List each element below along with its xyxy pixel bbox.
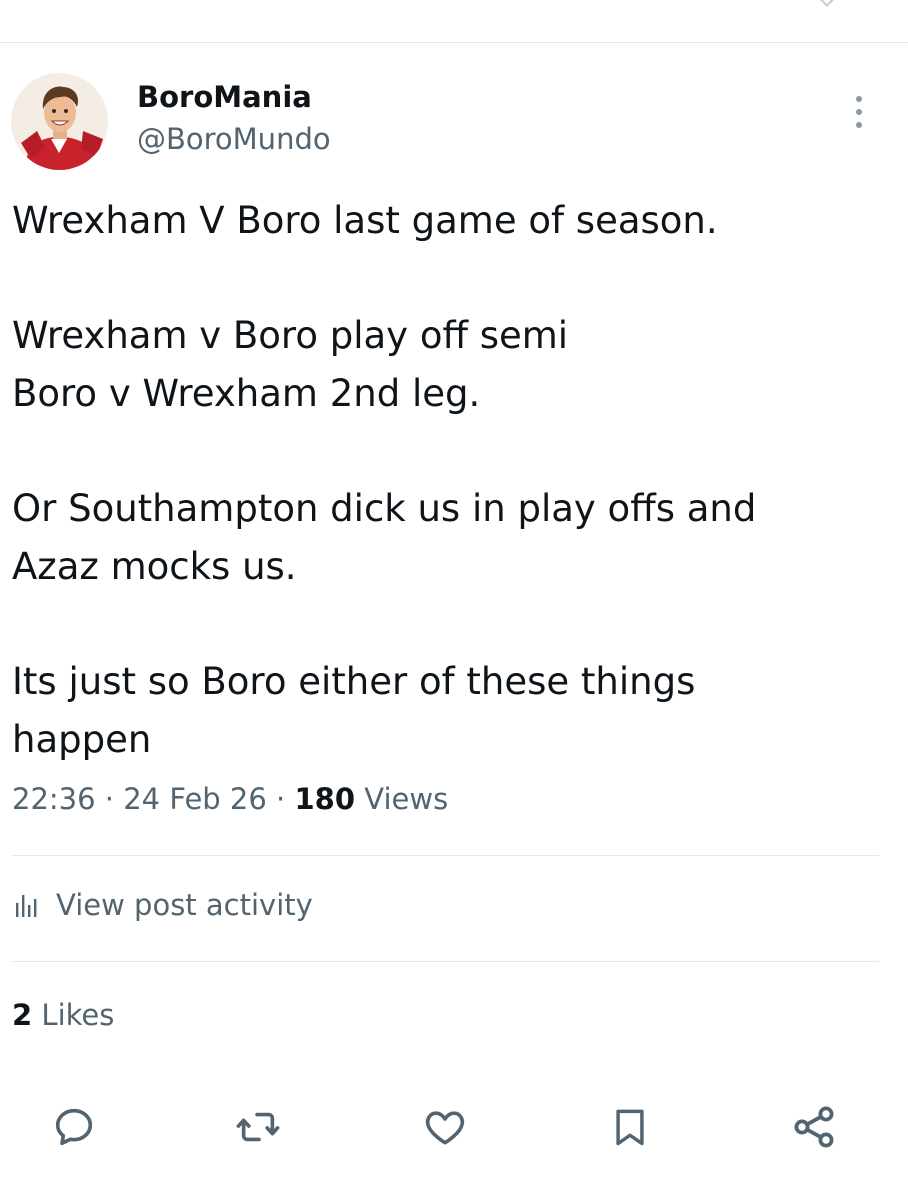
tweet-line: Wrexham V Boro last game of season.: [12, 199, 718, 242]
divider: [12, 855, 879, 856]
author-handle[interactable]: @BoroMundo: [137, 122, 331, 156]
view-post-activity-button[interactable]: View post activity: [12, 888, 313, 922]
like-button[interactable]: [421, 1102, 469, 1152]
meta-separator: ·: [104, 782, 115, 816]
action-bar: [0, 1102, 908, 1152]
tweet-text: Wrexham V Boro last game of season. Wrex…: [12, 192, 892, 769]
bookmark-button[interactable]: [606, 1102, 654, 1152]
author-display-name[interactable]: BoroMania: [137, 80, 312, 114]
tweet-line: Wrexham v Boro play off semi: [12, 314, 569, 357]
reply-icon: [55, 1108, 93, 1146]
tweet-line: Or Southampton dick us in play offs and: [12, 487, 757, 530]
bookmark-icon: [616, 1109, 644, 1146]
meta-separator: ·: [276, 782, 286, 816]
tweet-line: Its just so Boro either of these things: [12, 660, 696, 703]
more-dot: [856, 96, 862, 102]
more-dot: [856, 122, 862, 128]
views-count: 180: [294, 782, 356, 816]
top-divider: [0, 42, 908, 43]
tweet-date[interactable]: 24 Feb 26: [123, 782, 267, 816]
tweet-line: happen: [12, 718, 152, 761]
avatar[interactable]: [11, 73, 108, 170]
retweet-button[interactable]: [234, 1102, 282, 1152]
tweet-meta: 22:36 · 24 Feb 26 · 180 Views: [12, 782, 448, 816]
likes-link[interactable]: 2 Likes: [12, 998, 114, 1032]
views-label: Views: [364, 782, 449, 816]
tweet-time[interactable]: 22:36: [12, 782, 96, 816]
tweet-detail-page: BoroMania @BoroMundo Wrexham V Boro last…: [0, 0, 908, 1200]
share-icon: [794, 1106, 834, 1148]
divider: [12, 961, 879, 962]
more-dot: [856, 109, 862, 115]
chevron-down-icon[interactable]: [817, 0, 837, 7]
tweet-line: Azaz mocks us.: [12, 545, 297, 588]
like-icon: [425, 1111, 465, 1145]
tweet-line: Boro v Wrexham 2nd leg.: [12, 372, 481, 415]
reply-button[interactable]: [50, 1102, 98, 1152]
bar-chart-icon: [16, 895, 37, 917]
likes-label: Likes: [41, 998, 115, 1032]
likes-count: 2: [12, 998, 33, 1032]
retweet-icon: [236, 1112, 280, 1142]
view-post-activity-label: View post activity: [56, 888, 313, 922]
more-options-icon[interactable]: [842, 92, 876, 132]
share-button[interactable]: [790, 1102, 838, 1152]
